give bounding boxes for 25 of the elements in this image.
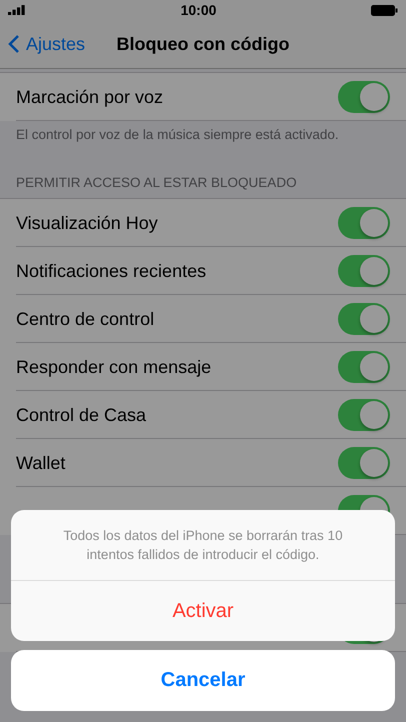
toggle-switch[interactable] — [338, 207, 390, 239]
back-chevron-icon — [8, 34, 20, 54]
sheet-message: Todos los datos del iPhone se borrarán tras 10 intentos fallidos de introducir el código. — [11, 510, 395, 581]
row-label: Responder con mensaje — [16, 356, 212, 378]
signal-icon — [8, 5, 26, 15]
toggle-switch[interactable] — [338, 303, 390, 335]
row-label: Wallet — [16, 452, 66, 474]
activate-button[interactable]: Activar — [11, 581, 395, 641]
row-label: Centro de control — [16, 308, 154, 330]
battery-icon — [371, 4, 398, 16]
toggle-switch[interactable] — [338, 81, 390, 113]
row-label: Marcación por voz — [16, 86, 164, 108]
row-label: Notificaciones recientes — [16, 260, 206, 282]
section-header: PERMITIR ACCESO AL ESTAR BLOQUEADO — [15, 174, 298, 192]
section-footer: El control por voz de la música siempre está activado. — [0, 121, 406, 157]
toggle-switch[interactable] — [338, 399, 390, 431]
toggle-switch[interactable] — [338, 447, 390, 479]
nav-title: Bloqueo con código — [116, 34, 290, 54]
row-label: Control de Casa — [16, 404, 146, 426]
toggle-switch[interactable] — [338, 351, 390, 383]
cancel-button[interactable]: Cancelar — [11, 650, 395, 711]
back-button[interactable]: Ajustes — [0, 34, 86, 54]
row-label: Visualización Hoy — [16, 212, 158, 234]
toggle-switch[interactable] — [338, 255, 390, 287]
status-time: 10:00 — [180, 2, 216, 18]
